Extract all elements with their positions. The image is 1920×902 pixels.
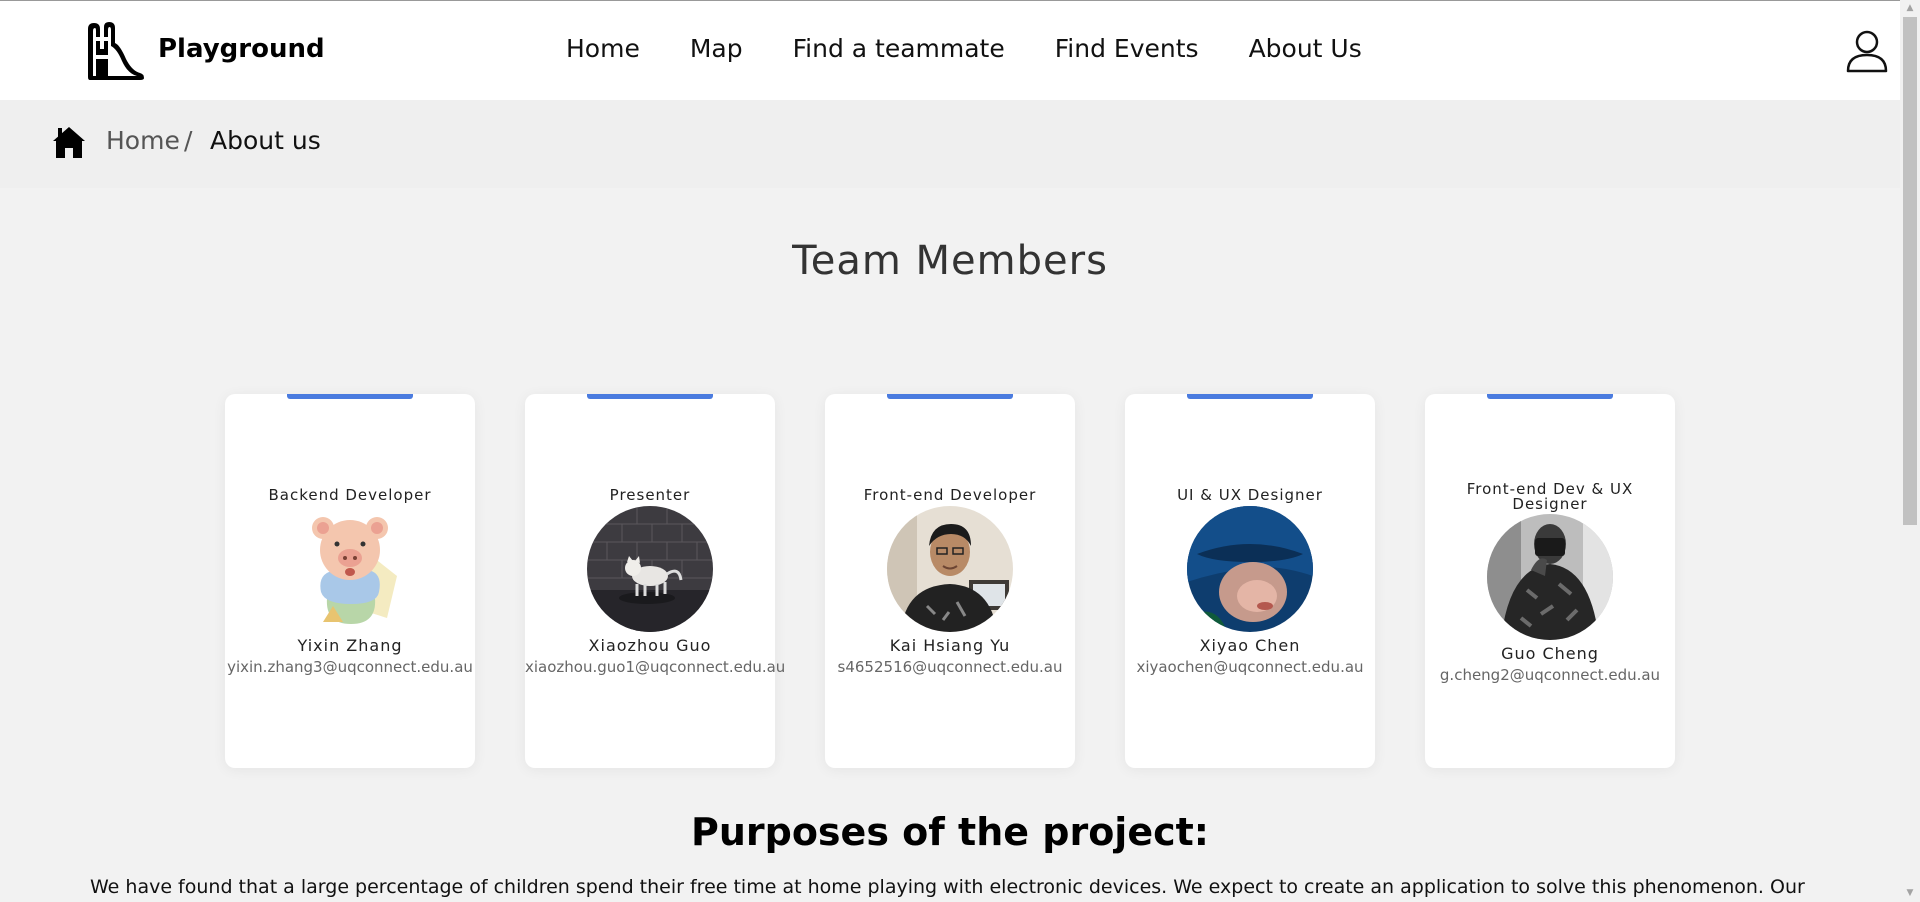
cat-photo-avatar-icon bbox=[587, 506, 713, 632]
breadcrumb-separator: / bbox=[184, 126, 193, 155]
breadcrumb-current: About us bbox=[210, 126, 321, 155]
user-account-icon[interactable] bbox=[1846, 29, 1888, 73]
member-avatar bbox=[1487, 514, 1613, 640]
purposes-title: Purposes of the project: bbox=[690, 810, 1209, 854]
scroll-down-arrow-icon[interactable]: ▼ bbox=[1900, 885, 1920, 902]
member-email[interactable]: yixin.zhang3@uqconnect.edu.au bbox=[225, 658, 475, 676]
nav-find-teammate[interactable]: Find a teammate bbox=[793, 34, 1005, 63]
card-accent-bar bbox=[1487, 394, 1613, 399]
member-name: Xiaozhou Guo bbox=[588, 636, 712, 655]
member-avatar bbox=[1187, 506, 1313, 632]
nav-find-events[interactable]: Find Events bbox=[1055, 34, 1199, 63]
card-accent-bar bbox=[287, 394, 413, 399]
blue-hat-photo-avatar-icon bbox=[1187, 506, 1313, 632]
main-nav: Home Map Find a teammate Find Events Abo… bbox=[566, 34, 1362, 63]
bw-photo-avatar-icon bbox=[1487, 514, 1613, 640]
page-scrollbar[interactable]: ▲ ▼ bbox=[1900, 0, 1920, 902]
card-accent-bar bbox=[887, 394, 1013, 399]
member-name: Guo Cheng bbox=[1501, 644, 1599, 663]
member-email[interactable]: s4652516@uqconnect.edu.au bbox=[825, 658, 1075, 676]
nav-map[interactable]: Map bbox=[690, 34, 743, 63]
member-name: Yixin Zhang bbox=[297, 636, 403, 655]
member-role: Front-end Developer bbox=[863, 486, 1037, 504]
member-card: UI & UX Designer Xiyao Chen xiyaochen@uq… bbox=[1125, 394, 1375, 768]
home-icon[interactable] bbox=[52, 125, 86, 159]
member-avatar bbox=[887, 506, 1013, 632]
member-avatar bbox=[287, 506, 413, 632]
member-card: Front-end Developer Kai Hsiang Yu s46525… bbox=[825, 394, 1075, 768]
member-role: Backend Developer bbox=[268, 486, 432, 504]
nav-about-us[interactable]: About Us bbox=[1249, 34, 1362, 63]
member-avatar bbox=[587, 506, 713, 632]
cartoon-pig-avatar-icon bbox=[287, 506, 413, 632]
member-card: Backend Developer Yixin Zhang yixin.zhan… bbox=[225, 394, 475, 768]
member-email[interactable]: g.cheng2@uqconnect.edu.au bbox=[1425, 666, 1675, 684]
member-card: Front-end Dev & UX Designer Guo Cheng g.… bbox=[1425, 394, 1675, 768]
team-members-title: Team Members bbox=[792, 238, 1108, 284]
member-email[interactable]: xiyaochen@uqconnect.edu.au bbox=[1125, 658, 1375, 676]
member-card: Presenter Xiaozhou Guo xiaozhou.guo1@uqc… bbox=[525, 394, 785, 768]
card-accent-bar bbox=[587, 394, 713, 399]
person-photo-avatar-icon bbox=[887, 506, 1013, 632]
top-navigation-bar: Playground Home Map Find a teammate Find… bbox=[0, 0, 1900, 101]
brand-name[interactable]: Playground bbox=[158, 34, 325, 64]
member-role: Presenter bbox=[609, 486, 691, 504]
member-name: Kai Hsiang Yu bbox=[889, 636, 1011, 655]
purposes-text: We have found that a large percentage of… bbox=[90, 876, 1805, 898]
breadcrumb-home-link[interactable]: Home bbox=[106, 126, 180, 155]
member-role: Front-end Dev & UX Designer bbox=[1466, 480, 1634, 513]
member-email[interactable]: xiaozhou.guo1@uqconnect.edu.au bbox=[525, 658, 785, 676]
card-accent-bar bbox=[1187, 394, 1313, 399]
scroll-up-arrow-icon[interactable]: ▲ bbox=[1900, 0, 1920, 17]
scrollbar-thumb[interactable] bbox=[1903, 17, 1917, 525]
nav-home[interactable]: Home bbox=[566, 34, 640, 63]
member-name: Xiyao Chen bbox=[1199, 636, 1301, 655]
member-role: UI & UX Designer bbox=[1177, 486, 1323, 504]
playground-slide-logo-icon[interactable] bbox=[82, 19, 146, 81]
